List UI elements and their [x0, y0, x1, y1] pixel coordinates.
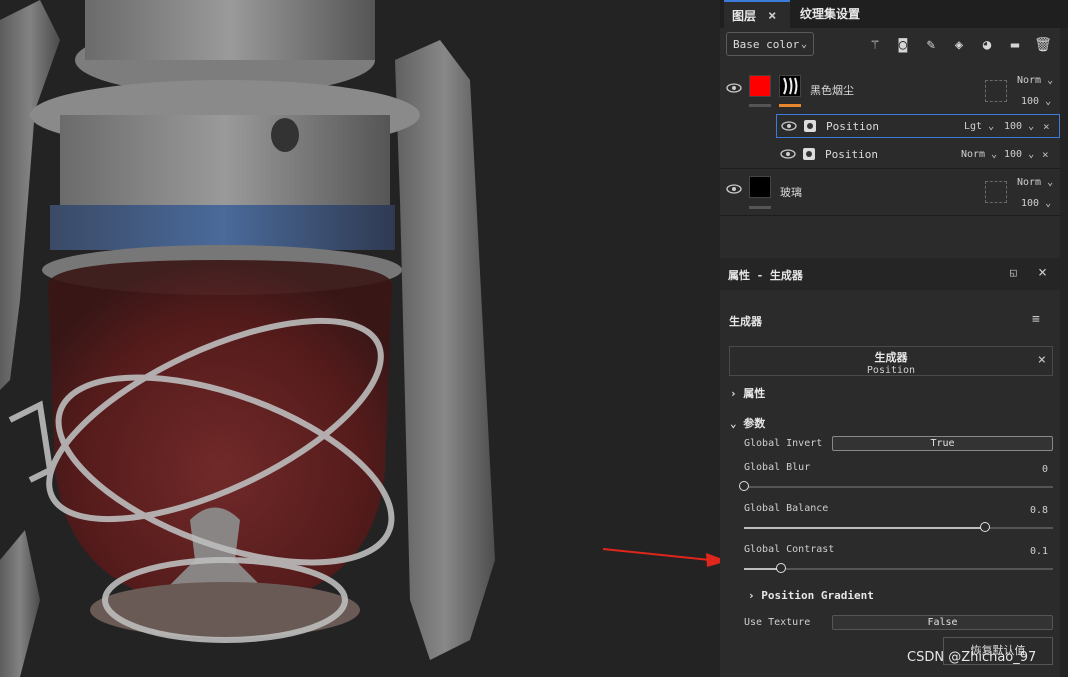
group-attributes[interactable]: › 属性	[730, 385, 765, 401]
generator-picker[interactable]: 生成器 Position ×	[729, 346, 1053, 376]
layer-thumbnail	[749, 176, 771, 198]
divider	[720, 215, 1060, 216]
lantern-render	[0, 0, 720, 677]
close-icon[interactable]: ×	[1042, 148, 1049, 161]
global-contrast-slider[interactable]	[744, 563, 1053, 573]
global-balance-label: Global Balance	[744, 503, 829, 514]
global-invert-toggle[interactable]: True	[832, 436, 1053, 451]
layer-name: 玻璃	[780, 186, 802, 199]
global-blur-value[interactable]: 0	[1042, 464, 1048, 475]
group-params[interactable]: ⌄ 参数	[730, 415, 765, 431]
tab-bar: 图层 × 纹理集设置	[720, 0, 1068, 28]
opacity-value[interactable]: 100 ⌄	[1021, 96, 1051, 107]
close-icon[interactable]: ×	[1038, 263, 1047, 281]
effect-name: Position	[825, 148, 878, 161]
effect-blend[interactable]: Norm ⌄	[961, 149, 997, 160]
watermark: CSDN @Zhichao_97	[907, 650, 1037, 665]
generator-icon	[803, 148, 815, 160]
tab-layers-label: 图层	[732, 9, 757, 23]
opacity-value[interactable]: 100 ⌄	[1021, 198, 1051, 209]
global-contrast-label: Global Contrast	[744, 544, 835, 555]
tab-texture-set[interactable]: 纹理集设置	[792, 0, 868, 28]
viewport-3d[interactable]	[0, 0, 720, 677]
mask-thumbnail[interactable]	[779, 75, 801, 97]
channel-select-value: Base color	[733, 38, 800, 51]
chevron-down-icon: ⌄	[730, 417, 737, 430]
tab-texture-set-label: 纹理集设置	[800, 7, 861, 21]
global-blur-label: Global Blur	[744, 462, 811, 473]
add-mask-icon[interactable]: ◙	[894, 36, 912, 54]
layer-item[interactable]: 黑色烟尘 Norm ⌄ 100 ⌄ Position Lgt ⌄ 100 ⌄ ×…	[720, 68, 1060, 168]
group-params-label: 参数	[743, 417, 766, 430]
effect-blend[interactable]: Lgt ⌄	[964, 121, 994, 132]
close-icon[interactable]: ×	[1038, 352, 1046, 368]
slider-handle[interactable]	[776, 563, 787, 573]
chevron-right-icon: ›	[748, 589, 755, 602]
generator-icon	[804, 120, 816, 132]
tab-layers[interactable]: 图层 ×	[724, 0, 790, 28]
layer-bar	[749, 104, 771, 107]
generator-title: 生成器	[874, 351, 908, 364]
blend-preview	[985, 80, 1007, 102]
effect-name: Position	[826, 120, 879, 133]
layer-bar	[749, 206, 771, 209]
right-panel: 图层 × 纹理集设置 Base color ⌄ ⚚ ◙ ✎ ◈ ◕ ▬ 🗑 黑色…	[720, 0, 1068, 677]
annotation-arrow	[602, 548, 711, 561]
group-attributes-label: 属性	[743, 387, 766, 400]
global-balance-slider[interactable]	[744, 522, 1053, 532]
close-icon[interactable]: ×	[1043, 120, 1050, 133]
generator-subtitle: Position	[866, 365, 916, 376]
eye-icon[interactable]	[726, 83, 742, 93]
layer-toolbar: Base color ⌄ ⚚ ◙ ✎ ◈ ◕ ▬ 🗑	[720, 28, 1068, 66]
layer-item[interactable]: 玻璃 Norm ⌄ 100 ⌄	[720, 169, 1060, 215]
fill-layer-icon[interactable]: ◈	[950, 36, 968, 54]
effect-item[interactable]: Position Lgt ⌄ 100 ⌄ ×	[776, 114, 1060, 138]
position-gradient-label: Position Gradient	[761, 589, 874, 602]
slider-handle[interactable]	[980, 522, 991, 532]
undock-icon[interactable]: ◱	[1010, 266, 1017, 279]
properties-header: 属性 - 生成器 ◱ ×	[720, 258, 1060, 290]
effect-opacity[interactable]: 100 ⌄	[1004, 121, 1034, 132]
blend-mode[interactable]: Norm ⌄	[1017, 75, 1053, 86]
global-balance-value[interactable]: 0.8	[1030, 505, 1048, 516]
eye-icon[interactable]	[726, 184, 742, 194]
mask-bar	[779, 104, 801, 107]
folder-icon[interactable]: ▬	[1006, 36, 1024, 54]
eye-icon[interactable]	[781, 121, 797, 131]
smart-material-icon[interactable]: ◕	[978, 36, 996, 54]
layer-thumbnail	[749, 75, 771, 97]
group-position-gradient[interactable]: › Position Gradient	[748, 589, 874, 602]
trash-icon[interactable]: 🗑	[1034, 36, 1052, 54]
eye-icon[interactable]	[780, 149, 796, 159]
blend-mode[interactable]: Norm ⌄	[1017, 177, 1053, 188]
use-texture-toggle[interactable]: False	[832, 615, 1053, 630]
blend-preview	[985, 181, 1007, 203]
global-contrast-value[interactable]: 0.1	[1030, 546, 1048, 557]
scrollbar[interactable]	[1060, 28, 1068, 677]
slider-handle[interactable]	[739, 481, 749, 491]
global-blur-slider[interactable]	[739, 481, 1053, 491]
close-icon[interactable]: ×	[768, 2, 776, 30]
layer-name: 黑色烟尘	[810, 84, 854, 97]
properties-title: 属性 - 生成器	[728, 269, 803, 282]
channel-select[interactable]: Base color ⌄	[726, 32, 814, 56]
chevron-down-icon: ⌄	[800, 39, 807, 50]
section-title: 生成器	[729, 315, 762, 328]
effect-item[interactable]: Position Norm ⌄ 100 ⌄ ×	[776, 141, 1060, 165]
global-invert-label: Global Invert	[744, 438, 823, 449]
add-effect-icon[interactable]: ⚚	[866, 36, 884, 54]
menu-icon[interactable]: ≡	[1032, 312, 1040, 327]
effect-opacity[interactable]: 100 ⌄	[1004, 149, 1034, 160]
paint-layer-icon[interactable]: ✎	[922, 36, 940, 54]
use-texture-label: Use Texture	[744, 617, 811, 628]
chevron-right-icon: ›	[730, 387, 737, 400]
